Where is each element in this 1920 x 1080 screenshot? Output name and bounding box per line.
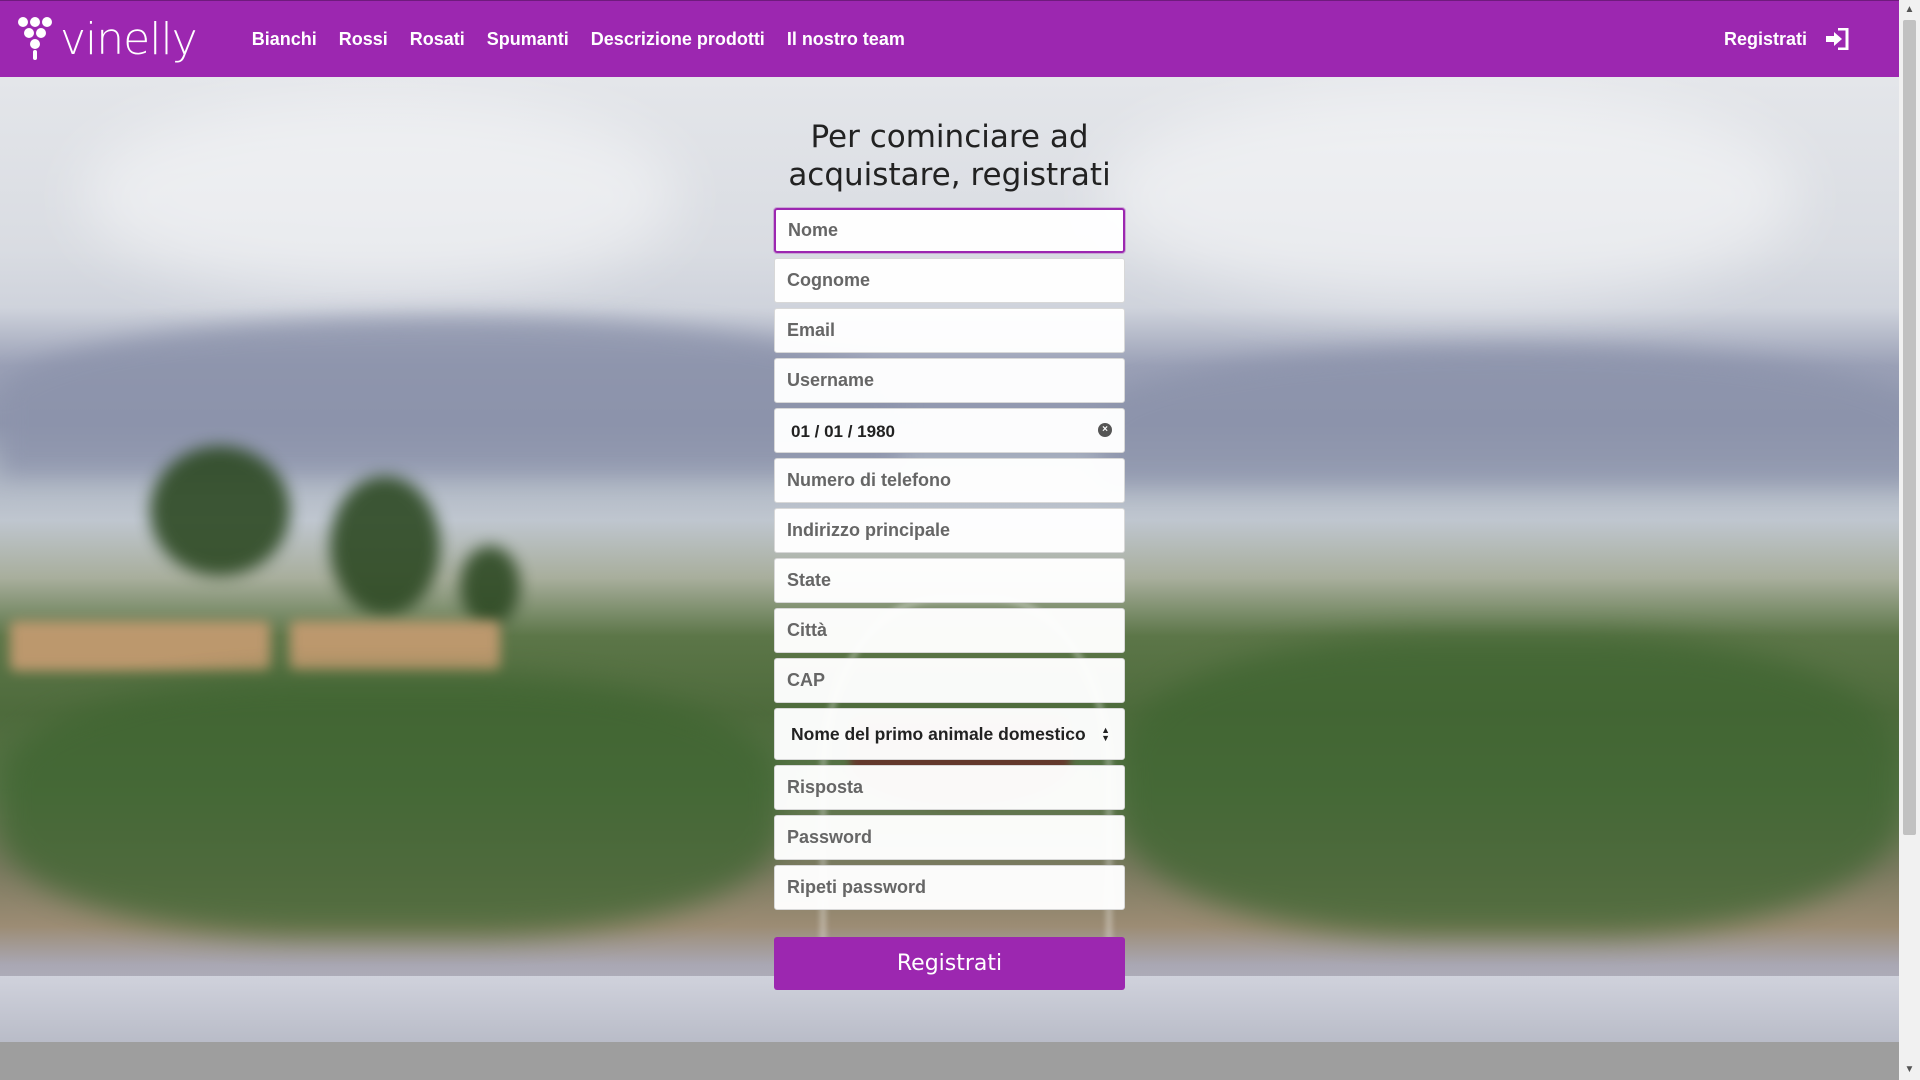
security-question-select[interactable]: Nome del primo animale domestico ▲ ▼: [774, 708, 1125, 760]
grapes-icon: [18, 17, 54, 61]
nav-link-descrizione-prodotti[interactable]: Descrizione prodotti: [580, 29, 776, 50]
nav-links: Bianchi Rossi Rosati Spumanti Descrizion…: [241, 29, 916, 50]
ripeti-password-input[interactable]: [774, 865, 1125, 910]
cap-input[interactable]: [774, 658, 1125, 703]
clear-date-icon[interactable]: ×: [1098, 423, 1112, 437]
state-input[interactable]: [774, 558, 1125, 603]
top-navbar: vinelly Bianchi Rossi Rosati Spumanti De…: [0, 0, 1899, 77]
scroll-up-arrow-icon[interactable]: ▲: [1899, 0, 1920, 20]
registration-form: Per cominciare ad acquistare, registrati…: [774, 118, 1125, 990]
vertical-scrollbar[interactable]: ▲ ▼: [1899, 0, 1920, 1080]
nav-register-link[interactable]: Registrati: [1713, 29, 1825, 50]
nav-link-spumanti[interactable]: Spumanti: [476, 29, 580, 50]
nav-link-rossi[interactable]: Rossi: [328, 29, 399, 50]
security-question-value: Nome del primo animale domestico: [791, 723, 1086, 744]
nav-link-rosati[interactable]: Rosati: [399, 29, 476, 50]
nav-link-il-nostro-team[interactable]: Il nostro team: [776, 29, 916, 50]
form-title: Per cominciare ad acquistare, registrati: [774, 118, 1125, 194]
password-input[interactable]: [774, 815, 1125, 860]
birth-date-value: 01 / 01 / 1980: [791, 422, 895, 441]
register-submit-button[interactable]: Registrati: [774, 937, 1125, 990]
indirizzo-input[interactable]: [774, 508, 1125, 553]
sign-in-icon[interactable]: [1825, 28, 1849, 50]
citta-input[interactable]: [774, 608, 1125, 653]
scroll-down-arrow-icon[interactable]: ▼: [1899, 1060, 1920, 1080]
telefono-input[interactable]: [774, 458, 1125, 503]
nome-input[interactable]: [774, 208, 1125, 253]
brand-logo[interactable]: vinelly: [18, 13, 198, 65]
scrollbar-thumb[interactable]: [1903, 20, 1916, 835]
risposta-input[interactable]: [774, 765, 1125, 810]
form-title-line2: acquistare, registrati: [788, 157, 1111, 193]
nav-right: Registrati: [1713, 28, 1849, 50]
cognome-input[interactable]: [774, 258, 1125, 303]
select-arrows-icon: ▲ ▼: [1101, 725, 1110, 743]
birth-date-input[interactable]: 01 / 01 / 1980 ×: [774, 408, 1125, 453]
username-input[interactable]: [774, 358, 1125, 403]
form-title-line1: Per cominciare ad: [810, 119, 1089, 155]
brand-name: vinelly: [60, 13, 198, 65]
email-input[interactable]: [774, 308, 1125, 353]
nav-link-bianchi[interactable]: Bianchi: [241, 29, 328, 50]
